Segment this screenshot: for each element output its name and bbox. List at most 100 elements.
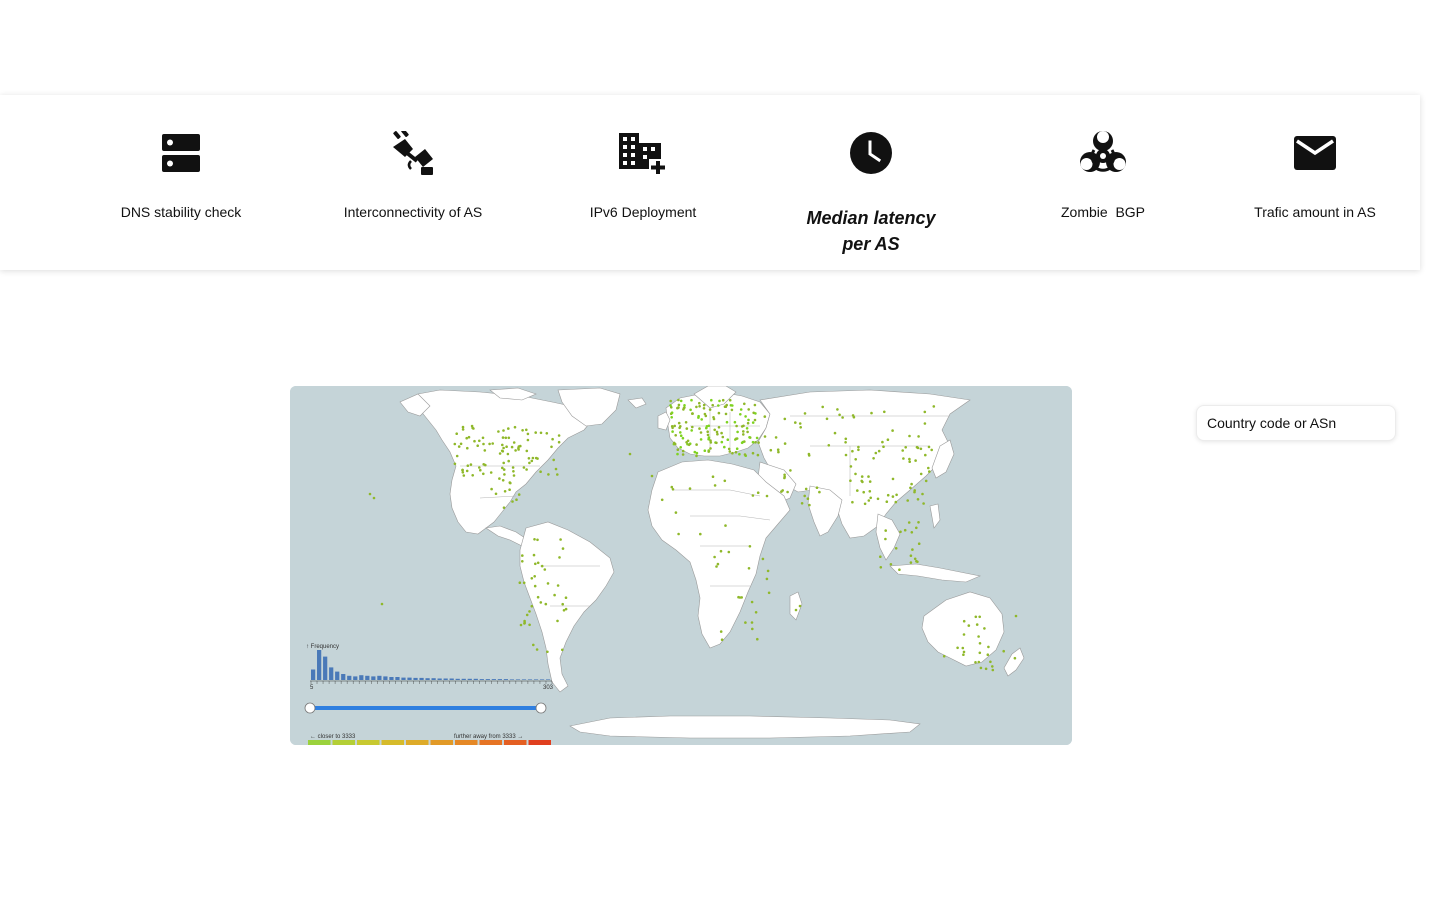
- as-dot: [751, 494, 755, 497]
- as-dot: [669, 399, 672, 403]
- as-dot: [699, 532, 702, 536]
- as-dot: [380, 602, 384, 606]
- as-dot: [660, 498, 664, 502]
- as-dot: [705, 425, 709, 428]
- as-dot: [747, 408, 750, 411]
- as-dot: [507, 427, 510, 430]
- as-dot: [488, 442, 491, 446]
- as-dot: [1013, 656, 1017, 660]
- range-slider-max-handle[interactable]: [535, 702, 547, 714]
- range-slider-min-handle[interactable]: [304, 702, 316, 714]
- as-dot: [507, 436, 511, 440]
- as-dot: [490, 487, 493, 491]
- as-dot: [674, 511, 678, 514]
- tool-label: Trafic amount in AS: [1254, 204, 1376, 220]
- as-dot: [756, 453, 760, 457]
- as-dot: [862, 490, 865, 494]
- as-dot: [489, 471, 493, 474]
- as-dot: [723, 445, 726, 449]
- as-dot: [525, 613, 529, 617]
- as-dot: [844, 441, 847, 444]
- as-dot: [501, 479, 505, 482]
- tool-interconnectivity[interactable]: Interconnectivity of AS: [313, 95, 513, 270]
- as-dot: [525, 449, 529, 453]
- as-dot: [731, 451, 734, 455]
- as-dot: [889, 563, 893, 566]
- as-dot: [717, 404, 720, 407]
- as-dot: [725, 420, 729, 424]
- histogram-bar: [443, 678, 448, 680]
- as-dot: [677, 421, 681, 425]
- as-dot: [482, 463, 485, 466]
- as-dot: [962, 619, 966, 623]
- as-dot: [914, 459, 917, 462]
- as-dot: [508, 488, 511, 491]
- as-dot: [919, 472, 923, 476]
- as-dot: [672, 441, 676, 445]
- as-dot: [527, 457, 531, 460]
- as-dot: [685, 441, 688, 444]
- as-dot: [698, 427, 701, 430]
- as-dot: [751, 440, 755, 444]
- color-scale-swatch: [504, 740, 527, 745]
- as-dot: [877, 449, 881, 453]
- histogram-bar: [317, 650, 322, 680]
- tool-zombie-bgp[interactable]: Zombie BGP: [1003, 95, 1203, 270]
- as-dot: [504, 436, 508, 440]
- as-dot: [545, 432, 549, 435]
- as-dot: [908, 460, 911, 463]
- histogram-bar: [461, 678, 466, 680]
- as-dot: [698, 405, 701, 408]
- as-dot: [708, 408, 712, 411]
- as-dot: [748, 545, 752, 548]
- as-dot: [774, 436, 778, 439]
- as-dot: [546, 650, 549, 654]
- tool-median-latency[interactable]: Median latency per AS: [791, 95, 951, 270]
- as-dot: [711, 403, 714, 407]
- as-dot: [720, 431, 723, 435]
- as-dot: [885, 500, 889, 503]
- world-latency-map[interactable]: ↑ Frequency 5 303 ← closer to 3333 furth…: [290, 386, 1072, 745]
- histogram-bar: [407, 677, 412, 680]
- as-dot: [901, 449, 904, 452]
- as-dot: [679, 431, 682, 434]
- as-dot: [539, 470, 542, 473]
- as-dot: [690, 398, 693, 402]
- as-dot: [557, 434, 561, 437]
- map-canvas[interactable]: ↑ Frequency 5 303 ← closer to 3333 furth…: [290, 386, 1072, 745]
- as-dot: [551, 437, 554, 441]
- tool-dns-stability[interactable]: DNS stability check: [81, 95, 281, 270]
- as-dot: [514, 449, 517, 452]
- as-dot: [872, 457, 875, 460]
- as-dot: [681, 436, 685, 440]
- tool-ipv6-deployment[interactable]: IPv6 Deployment: [543, 95, 743, 270]
- as-dot: [459, 442, 463, 446]
- as-dot: [523, 619, 526, 623]
- as-dot: [502, 506, 506, 509]
- as-dot: [478, 439, 481, 443]
- as-dot: [906, 499, 909, 502]
- color-scale-swatch: [332, 740, 355, 745]
- as-dot: [518, 581, 522, 584]
- as-dot: [528, 461, 531, 465]
- as-dot: [836, 408, 839, 411]
- histogram-bar: [497, 679, 502, 680]
- as-dot: [720, 638, 724, 641]
- as-dot: [700, 418, 703, 421]
- as-dot: [466, 464, 470, 467]
- tool-traffic-amount[interactable]: Trafic amount in AS: [1215, 95, 1415, 270]
- as-dot: [713, 555, 716, 559]
- as-dot: [718, 399, 721, 403]
- as-dot: [478, 466, 481, 469]
- search-input[interactable]: [1196, 405, 1396, 441]
- as-dot: [556, 473, 559, 476]
- as-dot: [750, 600, 754, 604]
- as-dot: [521, 554, 524, 557]
- as-dot: [894, 500, 898, 504]
- as-dot: [711, 475, 715, 478]
- as-dot: [498, 477, 501, 480]
- as-dot: [927, 445, 931, 449]
- as-dot: [894, 547, 898, 550]
- as-dot: [502, 461, 505, 465]
- as-dot: [453, 442, 457, 446]
